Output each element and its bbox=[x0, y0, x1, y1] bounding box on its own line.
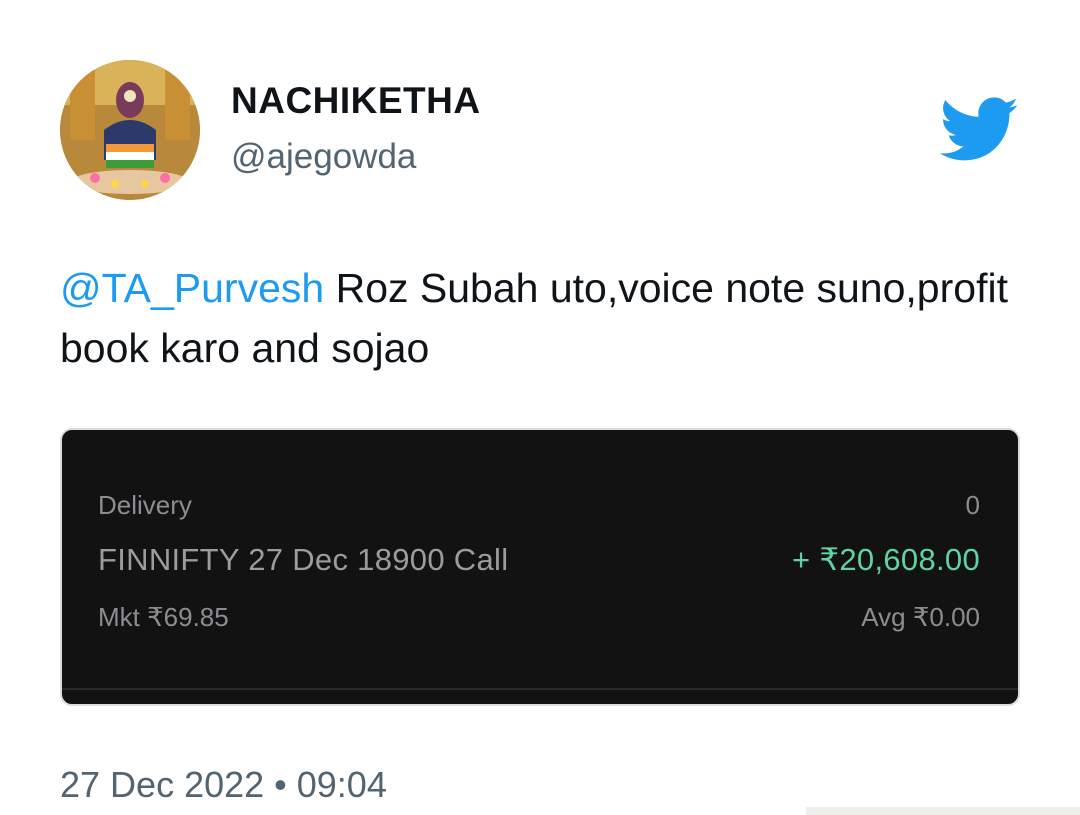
corner-shade bbox=[806, 807, 1080, 815]
divider bbox=[62, 688, 1018, 690]
twitter-bird-icon[interactable] bbox=[939, 97, 1020, 163]
instrument-name: FINNIFTY 27 Dec 18900 Call bbox=[98, 542, 509, 577]
market-price: Mkt ₹69.85 bbox=[98, 602, 229, 632]
attached-screenshot[interactable]: Delivery 0 FINNIFTY 27 Dec 18900 Call + … bbox=[60, 428, 1020, 706]
quantity-value: 0 bbox=[965, 490, 980, 520]
author-name[interactable]: NACHIKETHA bbox=[231, 80, 481, 122]
pnl-value: + ₹20,608.00 bbox=[792, 542, 980, 577]
position-header-row: Delivery 0 bbox=[98, 490, 980, 521]
tweet-text: @TA_Purvesh Roz Subah uto,voice note sun… bbox=[60, 258, 1020, 378]
average-price: Avg ₹0.00 bbox=[861, 602, 980, 632]
avatar[interactable] bbox=[60, 60, 200, 200]
position-price-row: Mkt ₹69.85 Avg ₹0.00 bbox=[98, 602, 980, 633]
tweet-timestamp[interactable]: 27 Dec 2022 • 09:04 bbox=[60, 764, 387, 806]
mention-link[interactable]: @TA_Purvesh bbox=[60, 265, 324, 311]
position-main-row: FINNIFTY 27 Dec 18900 Call + ₹20,608.00 bbox=[98, 542, 980, 578]
author-handle[interactable]: @ajegowda bbox=[231, 137, 416, 177]
segment-label: Delivery bbox=[98, 490, 192, 520]
